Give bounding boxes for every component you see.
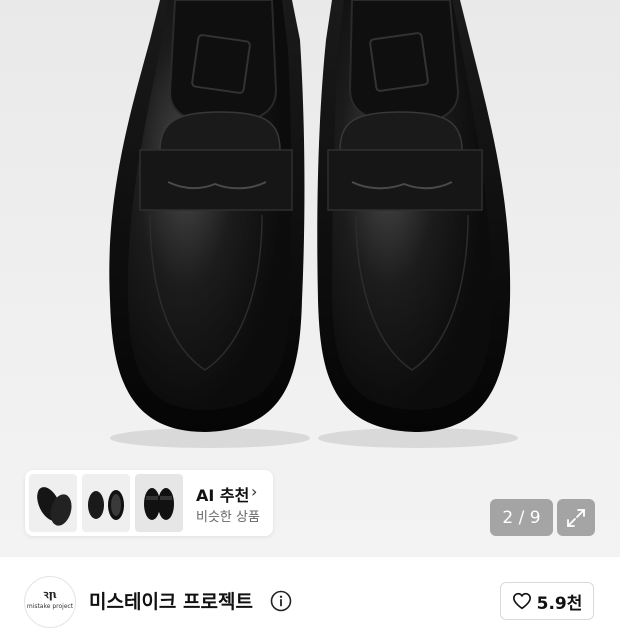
ai-recommend-card[interactable]: AI 추천 › 비슷한 상품 (25, 470, 273, 536)
expand-button[interactable] (557, 499, 595, 536)
left-shoe (109, 0, 305, 432)
ai-recommend-title: AI 추천 (196, 486, 250, 505)
recommend-thumbnail[interactable] (135, 474, 183, 532)
recommend-thumbnail[interactable] (29, 474, 77, 532)
like-count: 5.9천 (536, 593, 583, 614)
expand-icon (567, 508, 585, 527)
brand-logo-text: mistake project (26, 603, 74, 610)
right-shoe (317, 0, 511, 432)
brand-logo-mark: ꝛꞃ (43, 588, 57, 601)
recommend-thumbnail[interactable] (82, 474, 130, 532)
image-counter: 2 / 9 (490, 499, 553, 536)
brand-logo[interactable]: ꝛꞃ mistake project (24, 576, 76, 628)
ai-recommend-subtitle: 비슷한 상품 (196, 510, 260, 525)
divider (0, 556, 620, 557)
heart-icon (512, 592, 531, 610)
product-image-gallery[interactable]: AI 추천 › 비슷한 상품 2 / 9 (0, 0, 620, 556)
brand-name[interactable]: 미스테이크 프로젝트 (89, 587, 253, 614)
like-button[interactable]: 5.9천 (500, 582, 594, 620)
info-icon[interactable] (270, 590, 292, 612)
chevron-right-icon: › (251, 482, 258, 501)
